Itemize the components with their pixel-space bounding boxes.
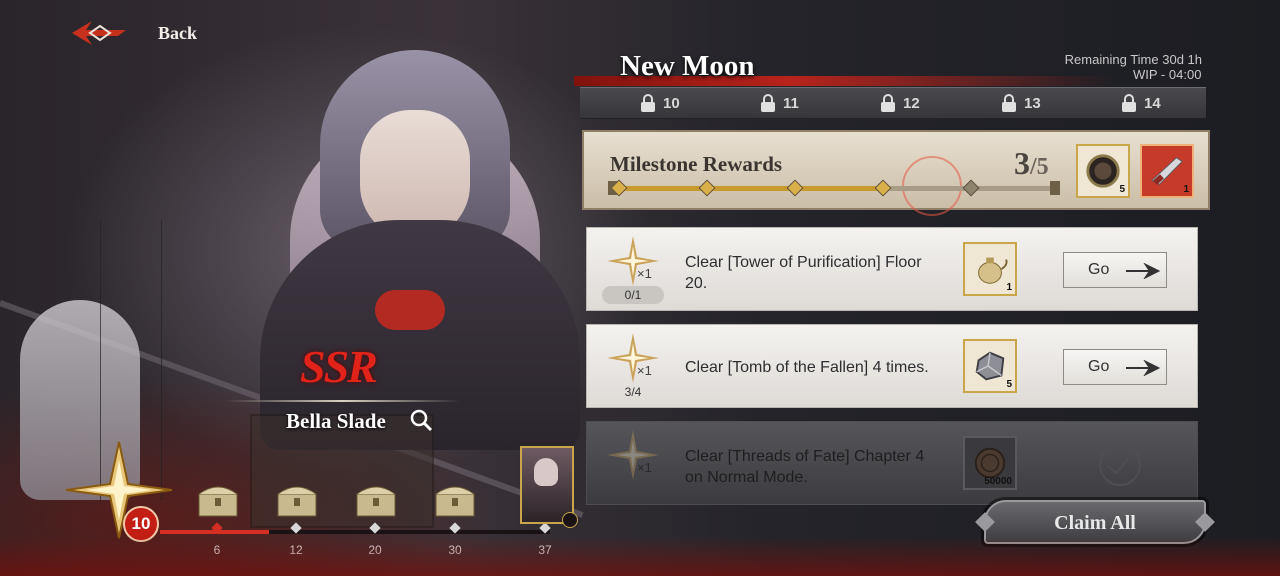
foreground-red-haze <box>0 536 1280 576</box>
day-tab-12[interactable]: 12 <box>880 88 920 118</box>
rarity-badge: SSR <box>300 341 378 392</box>
claim-all-label: Claim All <box>1054 512 1136 534</box>
milestone-reward-1[interactable]: 5 <box>1076 144 1130 198</box>
milestone-count: 3/5 <box>1014 145 1049 182</box>
go-button[interactable]: Go <box>1063 252 1167 288</box>
task-description: Clear [Tomb of the Fallen] 4 times. <box>685 359 929 376</box>
back-label: Back <box>158 22 198 43</box>
lock-icon <box>1122 94 1136 112</box>
day-tabs: 10 11 12 13 14 <box>580 87 1206 119</box>
task-reward-item[interactable]: 1 <box>963 242 1017 296</box>
task-star-reward <box>605 428 661 482</box>
chest-icon[interactable] <box>196 484 240 518</box>
character-card-reward[interactable] <box>520 446 578 528</box>
arrow-right-icon <box>1126 360 1160 376</box>
day-tab-10[interactable]: 10 <box>640 88 680 118</box>
character-illustration <box>230 50 600 450</box>
chest-icon[interactable] <box>354 484 398 518</box>
remaining-time: Remaining Time 30d 1h <box>1065 52 1202 67</box>
milestone-node <box>874 179 892 197</box>
task-progress: 3/4 <box>624 385 642 399</box>
milestone-node <box>698 179 716 197</box>
star-quantity: ×1 <box>637 266 652 281</box>
remaining-time-label: Remaining Time <box>1064 52 1159 67</box>
milestone-track-fill <box>614 186 882 191</box>
star-quantity: ×1 <box>637 363 652 378</box>
magnifier-icon[interactable] <box>408 407 434 433</box>
reward-quantity: 5 <box>1006 379 1012 390</box>
milestone-node <box>786 179 804 197</box>
reward-quantity: 1 <box>1183 184 1189 195</box>
event-title: New Moon <box>620 50 755 82</box>
milestone-track <box>608 179 1060 197</box>
lock-icon <box>1002 94 1016 112</box>
remaining-time-value: 30d 1h <box>1162 52 1202 67</box>
lock-icon <box>761 94 775 112</box>
task-card: ×1 3/4 Clear [Tomb of the Fallen] 4 time… <box>586 324 1198 408</box>
go-button[interactable]: Go <box>1063 349 1167 385</box>
name-divider <box>225 400 460 402</box>
day-number: 13 <box>1024 94 1041 112</box>
task-reward-item: 50000 <box>963 436 1017 490</box>
milestone-total: /5 <box>1030 154 1049 180</box>
task-star-reward <box>605 234 661 288</box>
star-token-icon <box>607 236 659 286</box>
milestone-rewards-panel: Milestone Rewards 3/5 5 1 <box>582 130 1210 216</box>
task-star-reward <box>605 331 661 385</box>
mirror-icon <box>1086 154 1120 188</box>
lock-icon <box>881 94 895 112</box>
wip-label: WIP - <box>1133 67 1166 82</box>
milestone-node <box>962 179 980 197</box>
reward-quantity: 5 <box>1119 184 1125 195</box>
day-tab-14[interactable]: 14 <box>1121 88 1161 118</box>
task-card-completed: ×1 Clear [Threads of Fate] Chapter 4 on … <box>586 421 1198 505</box>
back-arrow-icon <box>72 21 126 45</box>
character-name: Bella Slade <box>286 409 386 433</box>
star-quantity: ×1 <box>637 460 652 475</box>
task-reward-item[interactable]: 5 <box>963 339 1017 393</box>
day-number: 12 <box>903 94 920 112</box>
back-button[interactable]: Back <box>70 18 197 48</box>
reward-quantity: 1 <box>1006 282 1012 293</box>
day-number: 10 <box>663 94 680 112</box>
completed-check-icon <box>1099 444 1141 486</box>
milestone-reward-2[interactable]: 1 <box>1140 144 1194 198</box>
chest-icon[interactable] <box>275 484 319 518</box>
task-description: Clear [Threads of Fate] Chapter 4 on Nor… <box>685 448 925 486</box>
wip-timer: WIP - 04:00 <box>1133 67 1201 82</box>
star-token-icon <box>607 333 659 383</box>
task-description: Clear [Tower of Purification] Floor 20. <box>685 254 922 292</box>
arrow-right-icon <box>1126 263 1160 279</box>
task-card: ×1 0/1 Clear [Tower of Purification] Flo… <box>586 227 1198 311</box>
day-tab-13[interactable]: 13 <box>1001 88 1041 118</box>
go-button-label: Go <box>1088 358 1110 375</box>
day-tab-11[interactable]: 11 <box>760 88 799 118</box>
weapon-icon <box>1150 157 1183 185</box>
go-button-label: Go <box>1088 261 1110 278</box>
lock-icon <box>641 94 655 112</box>
chest-icon[interactable] <box>433 484 477 518</box>
task-progress: 0/1 <box>602 286 664 304</box>
wip-value: 04:00 <box>1168 67 1202 82</box>
ore-icon <box>975 351 1005 381</box>
milestone-track-cap <box>1050 181 1060 195</box>
teapot-icon <box>978 257 1008 284</box>
star-token-icon <box>607 430 659 480</box>
day-number: 11 <box>783 94 799 112</box>
milestone-title: Milestone Rewards <box>610 152 783 176</box>
day-number: 14 <box>1144 94 1161 112</box>
reward-quantity: 50000 <box>984 476 1012 487</box>
milestone-current: 3 <box>1014 145 1030 181</box>
